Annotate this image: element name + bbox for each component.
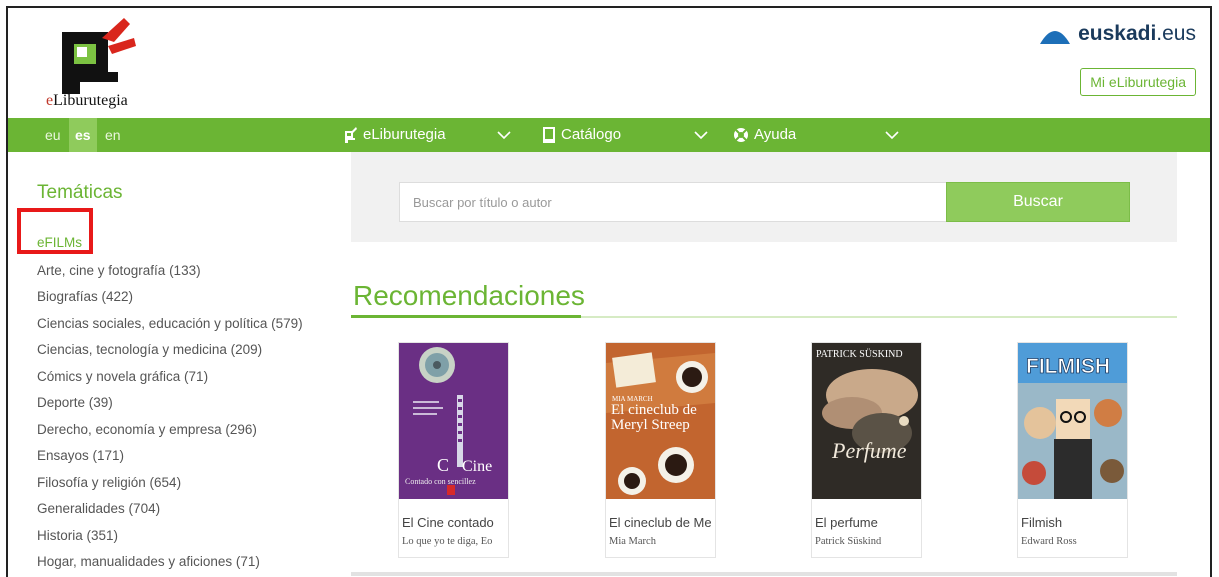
book-title[interactable]: Filmish (1021, 515, 1125, 530)
chevron-down-icon[interactable] (884, 129, 900, 141)
book-author: Edward Ross (1021, 536, 1077, 547)
category-item[interactable]: Deporte (39) (37, 395, 113, 410)
cover-title-text: FILMISH (1026, 355, 1110, 378)
main-nav: eu es en eLiburutegia Catálogo Ayuda (8, 118, 1210, 152)
section-divider-accent (351, 315, 581, 318)
section-bottom-divider (351, 572, 1177, 576)
sidebar-title: Temáticas (37, 182, 123, 203)
chevron-down-icon[interactable] (496, 129, 512, 141)
logo-text: eLiburutegia (46, 92, 128, 109)
painting-illustration: PATRICK SÜSKIND Perfume (812, 343, 921, 499)
menu-catalogo-label: Catálogo (561, 126, 622, 143)
book-card[interactable]: C Cine Contado con sencillez El Cine con… (398, 342, 509, 558)
book-cover[interactable]: FILMISH (1018, 343, 1127, 499)
category-efilms[interactable]: eFILMs (37, 235, 82, 250)
search-button[interactable]: Buscar (946, 182, 1130, 222)
lifebuoy-icon (734, 128, 748, 142)
category-item[interactable]: Generalidades (704) (37, 501, 160, 516)
cover-title-text: C (437, 455, 449, 475)
cover-subtitle-text: Contado con sencillez (405, 477, 476, 486)
menu-ayuda[interactable]: Ayuda (733, 118, 796, 152)
lang-en[interactable]: en (105, 118, 121, 152)
eliburutegia-menu-icon (345, 127, 357, 143)
euskadi-link[interactable]: euskadi .eus (1038, 22, 1196, 46)
lang-es[interactable]: es (69, 118, 97, 152)
search-panel: Buscar por título o autor Buscar (351, 152, 1177, 242)
book-card[interactable]: PATRICK SÜSKIND Perfume El perfume Patri… (811, 342, 922, 558)
cover-title-text: El cineclub de Meryl Streep (611, 403, 697, 433)
book-card[interactable]: FILMISH Filmish Edward Ross (1017, 342, 1128, 558)
book-icon (543, 127, 555, 143)
film-reel-illustration: C Cine Contado con sencillez (405, 347, 492, 495)
menu-eliburutegia[interactable]: eLiburutegia (342, 118, 446, 152)
cover-author-text: MIA MARCH (612, 395, 653, 403)
book-cover[interactable]: PATRICK SÜSKIND Perfume (812, 343, 921, 499)
book-cover[interactable]: MIA MARCH El cineclub de Meryl Streep (606, 343, 715, 499)
menu-catalogo[interactable]: Catálogo (542, 118, 621, 152)
book-author: Lo que yo te diga, Eo (402, 536, 493, 547)
mi-eliburutegia-button[interactable]: Mi eLiburutegia (1080, 68, 1196, 96)
category-item[interactable]: Filosofía y religión (654) (37, 475, 181, 490)
category-item[interactable]: Historia (351) (37, 528, 118, 543)
category-item[interactable]: Cómics y novela gráfica (71) (37, 369, 208, 384)
browser-frame: eLiburutegia euskadi .eus Mi eLiburutegia… (6, 6, 1212, 577)
menu-ayuda-label: Ayuda (754, 126, 797, 143)
category-item[interactable]: Arte, cine y fotografía (133) (37, 263, 201, 278)
category-item[interactable]: Ciencias, tecnología y medicina (209) (37, 342, 262, 357)
category-item[interactable]: Biografías (422) (37, 289, 133, 304)
cover-title-text: Perfume (831, 438, 907, 463)
book-title[interactable]: El Cine contado (402, 515, 506, 530)
comic-illustration: FILMISH (1018, 343, 1127, 499)
menu-eliburutegia-label: eLiburutegia (363, 126, 446, 143)
chevron-down-icon[interactable] (693, 129, 709, 141)
book-cover[interactable]: C Cine Contado con sencillez (399, 343, 508, 499)
site-header: eLiburutegia euskadi .eus Mi eLiburutegia (8, 8, 1210, 118)
category-item[interactable]: Hogar, manualidades y aficiones (71) (37, 554, 260, 569)
cover-title-text: Cine (462, 458, 492, 475)
book-card[interactable]: MIA MARCH El cineclub de Meryl Streep El… (605, 342, 716, 558)
book-author: Patrick Süskind (815, 536, 882, 547)
euskadi-logo-icon (1040, 31, 1071, 44)
category-item[interactable]: Ciencias sociales, educación y política … (37, 316, 303, 331)
category-item[interactable]: Ensayos (171) (37, 448, 124, 463)
search-input[interactable]: Buscar por título o autor (399, 182, 947, 222)
book-author: Mia March (609, 536, 656, 547)
lang-eu[interactable]: eu (45, 118, 61, 152)
book-title[interactable]: El cineclub de Me (609, 515, 713, 530)
coffee-table-illustration: MIA MARCH El cineclub de Meryl Streep (606, 343, 715, 499)
category-item[interactable]: Derecho, economía y empresa (296) (37, 422, 257, 437)
recommendations-title: Recomendaciones (353, 280, 585, 311)
book-title[interactable]: El perfume (815, 515, 919, 530)
cover-author-text: PATRICK SÜSKIND (816, 348, 903, 360)
